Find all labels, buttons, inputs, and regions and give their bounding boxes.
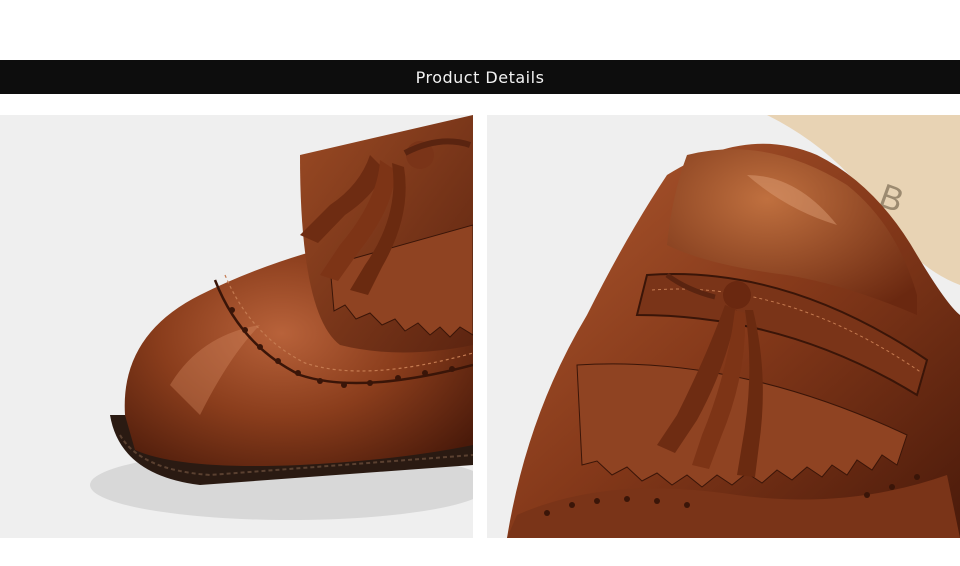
tassel-closeup-photo: B <box>487 115 960 538</box>
toe-closeup-photo <box>0 115 473 538</box>
tassel-closeup-illustration: B <box>507 115 960 538</box>
product-details-banner: Product Details <box>0 60 960 94</box>
banner-title: Product Details <box>415 67 545 87</box>
toe-closeup-illustration <box>90 115 473 520</box>
